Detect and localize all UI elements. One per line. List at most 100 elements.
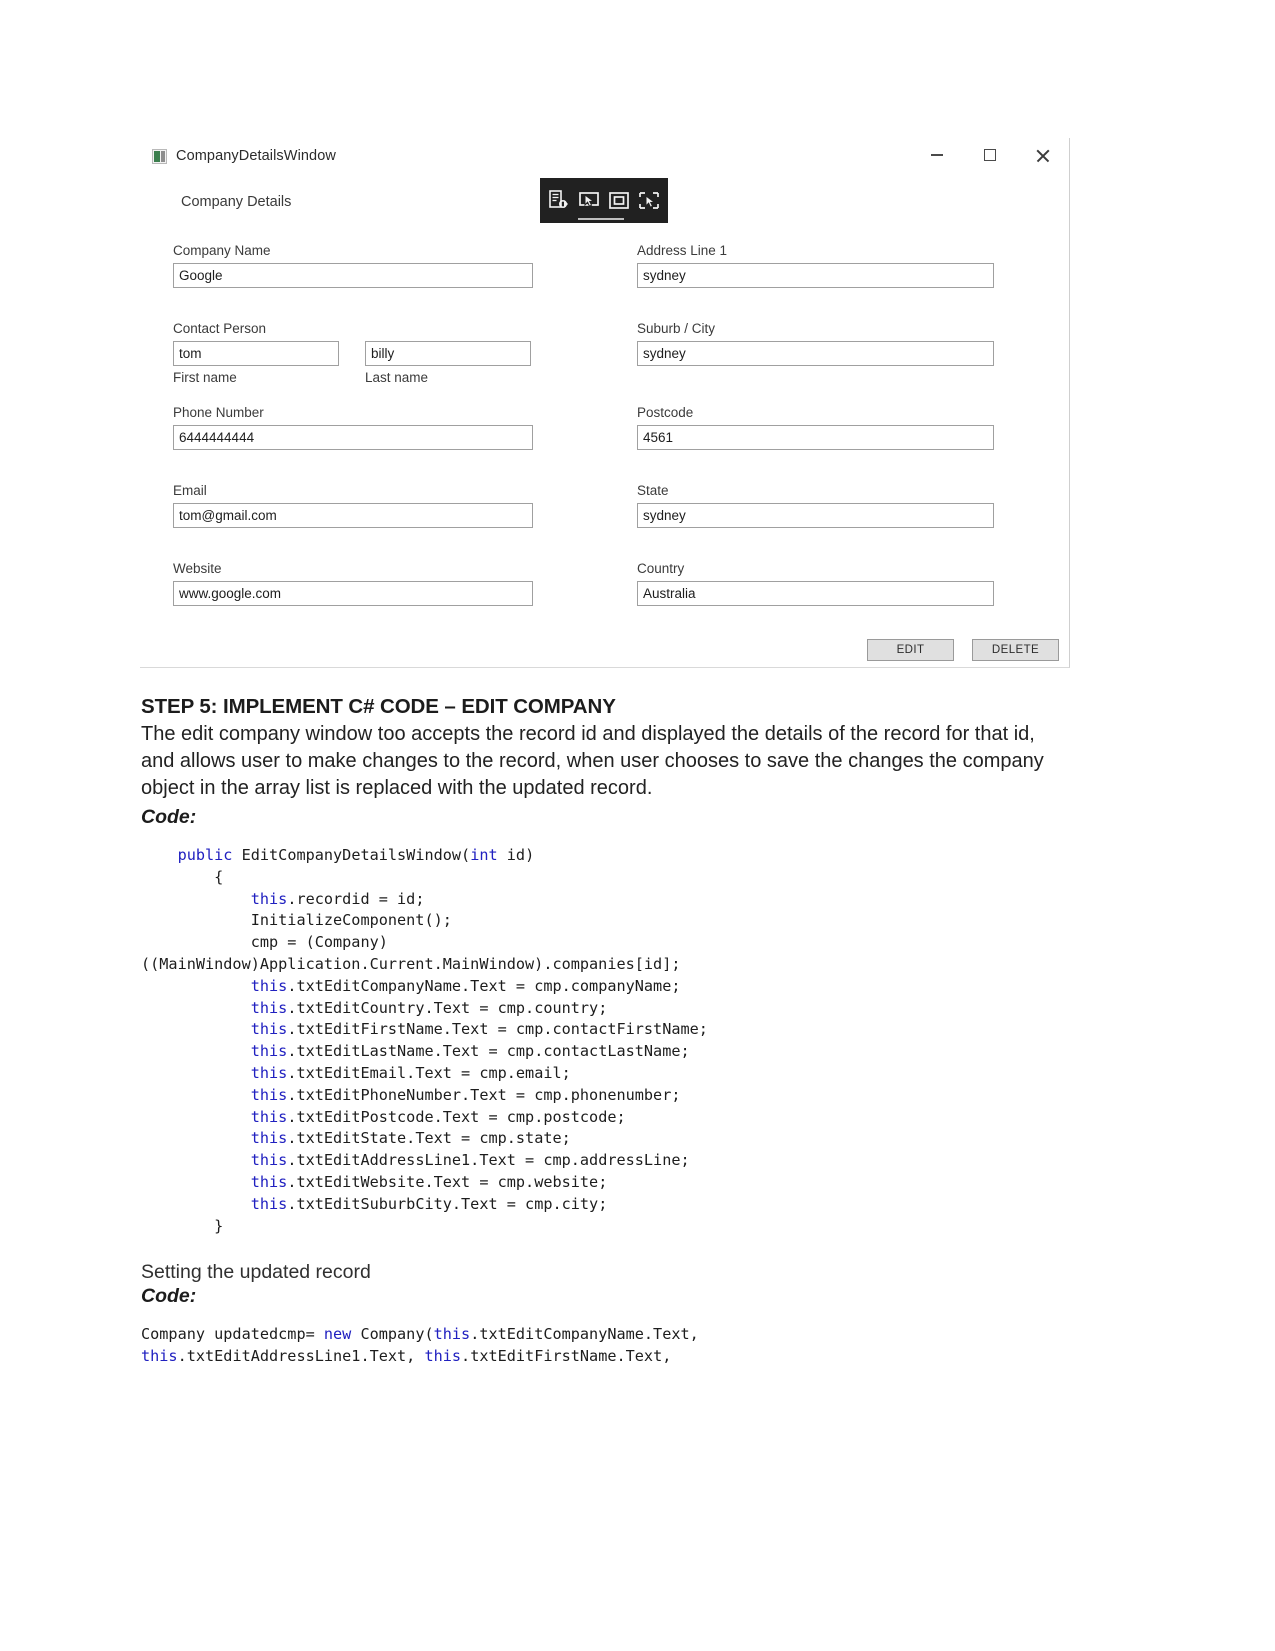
last-name-input[interactable]: billy: [365, 341, 531, 366]
code-block-constructor: public EditCompanyDetailsWindow(int id) …: [141, 845, 1071, 1237]
last-name-sublabel: Last name: [365, 370, 429, 385]
address-line-1-input[interactable]: sydney: [637, 263, 994, 288]
section-heading: STEP 5: IMPLEMENT C# CODE – EDIT COMPANY: [141, 695, 616, 718]
window-action-buttons: EDIT DELETE: [867, 639, 1059, 661]
maximize-icon: [983, 149, 996, 161]
code-keyword-new: new: [323, 1325, 352, 1344]
subheading-setting-updated-record: Setting the updated record: [141, 1261, 371, 1284]
field-phone-number: Phone Number 6444444444: [173, 405, 533, 450]
app-window-icon: [152, 148, 167, 164]
email-input[interactable]: tom@gmail.com: [173, 503, 533, 528]
code-keyword-this-6: this: [250, 1063, 288, 1082]
code-keyword-int: int: [470, 846, 498, 864]
window-capture-icon[interactable]: [607, 189, 631, 213]
code-keyword-this-15: this: [424, 1347, 462, 1366]
close-button[interactable]: [1016, 138, 1069, 172]
code-keyword-this-8: this: [250, 1107, 288, 1126]
snip-region-icon[interactable]: [547, 189, 571, 213]
edit-button[interactable]: EDIT: [867, 639, 954, 661]
code-l11: .txtEditEmail.Text = cmp.email;: [287, 1063, 571, 1082]
email-label: Email: [173, 483, 207, 498]
minimize-button[interactable]: [910, 138, 963, 172]
free-capture-icon[interactable]: [637, 189, 661, 213]
maximize-button[interactable]: [963, 138, 1016, 172]
code-block-updated-record: Company updatedcmp= new Company(this.txt…: [141, 1324, 1071, 1368]
code-keyword-this-14: this: [141, 1347, 178, 1366]
delete-button[interactable]: DELETE: [972, 639, 1059, 661]
section-paragraph: The edit company window too accepts the …: [141, 723, 1044, 799]
code-keyword-this-1: this: [250, 889, 288, 908]
first-name-sublabel: First name: [173, 370, 237, 385]
window-titlebar: CompanyDetailsWindow: [140, 138, 1069, 180]
code-l02: {: [141, 867, 224, 886]
field-company-name: Company Name Google: [173, 243, 533, 288]
code-keyword-this-10: this: [250, 1151, 288, 1170]
code-l07: .txtEditCompanyName.Text = cmp.companyNa…: [287, 976, 681, 995]
code-l05: cmp = (Company): [141, 933, 388, 952]
code2-m01a: Company updatedcmp=: [141, 1325, 324, 1344]
country-input[interactable]: Australia: [637, 581, 994, 606]
field-contact-person: Contact Person tom First name billy Last…: [173, 321, 533, 385]
phone-number-label: Phone Number: [173, 405, 264, 420]
field-website: Website www.google.com: [173, 561, 533, 606]
code-keyword-this-4: this: [250, 1020, 288, 1039]
code-keyword-this-3: this: [250, 998, 288, 1017]
phone-number-input[interactable]: 6444444444: [173, 425, 533, 450]
code-l18: }: [141, 1216, 224, 1235]
code2-m01b: Company(: [351, 1325, 434, 1344]
window-title: CompanyDetailsWindow: [176, 148, 336, 164]
state-label: State: [637, 483, 669, 498]
postcode-label: Postcode: [637, 405, 694, 420]
code-keyword-public: public: [177, 846, 233, 864]
code-l15: .txtEditAddressLine1.Text = cmp.addressL…: [287, 1151, 690, 1170]
website-label: Website: [173, 561, 222, 576]
state-input[interactable]: sydney: [637, 503, 994, 528]
document-content: STEP 5: IMPLEMENT C# CODE – EDIT COMPANY…: [141, 695, 1071, 1368]
code-l04: InitializeComponent();: [141, 911, 452, 930]
code-keyword-this-2: this: [250, 976, 288, 995]
field-state: State sydney: [637, 483, 994, 528]
website-input[interactable]: www.google.com: [173, 581, 533, 606]
minimize-icon: [930, 154, 943, 156]
company-name-input[interactable]: Google: [173, 263, 533, 288]
postcode-input[interactable]: 4561: [637, 425, 994, 450]
code-l17: .txtEditSuburbCity.Text = cmp.city;: [287, 1194, 608, 1213]
field-postcode: Postcode 4561: [637, 405, 994, 450]
code-keyword-this-5: this: [250, 1042, 288, 1061]
titlebar-left: CompanyDetailsWindow: [152, 148, 336, 164]
window-controls: [910, 138, 1069, 172]
field-suburb-city: Suburb / City sydney: [637, 321, 994, 366]
first-name-cell: tom First name: [173, 341, 339, 385]
field-country: Country Australia: [637, 561, 994, 606]
first-name-input[interactable]: tom: [173, 341, 339, 366]
suburb-city-input[interactable]: sydney: [637, 341, 994, 366]
code-keyword-this-13: this: [433, 1325, 471, 1344]
code-keyword-this-9: this: [250, 1129, 288, 1148]
capture-toolbar-underline: [578, 218, 624, 220]
cursor-capture-icon[interactable]: [577, 189, 601, 213]
code-l16: .txtEditWebsite.Text = cmp.website;: [287, 1172, 608, 1191]
code-l08: .txtEditCountry.Text = cmp.country;: [287, 998, 608, 1017]
field-email: Email tom@gmail.com: [173, 483, 533, 528]
code-label-2: Code:: [141, 1285, 197, 1308]
code-l14: .txtEditState.Text = cmp.state;: [287, 1129, 571, 1148]
last-name-cell: billy Last name: [365, 341, 531, 385]
contact-person-label: Contact Person: [173, 321, 267, 336]
address-line-1-label: Address Line 1: [637, 243, 728, 258]
form-heading: Company Details: [181, 194, 292, 210]
suburb-city-label: Suburb / City: [637, 321, 716, 336]
code-keyword-this-12: this: [250, 1194, 288, 1213]
code-l09: .txtEditFirstName.Text = cmp.contactFirs…: [287, 1020, 708, 1039]
code-keyword-this-11: this: [250, 1172, 288, 1191]
code2-m02a: .txtEditAddressLine1.Text,: [177, 1347, 425, 1366]
code-l03: .recordid = id;: [287, 889, 425, 908]
code-l01b: id): [497, 846, 535, 864]
capture-toolbar[interactable]: [540, 178, 668, 223]
field-address-line-1: Address Line 1 sydney: [637, 243, 994, 288]
close-icon: [1035, 148, 1050, 163]
code-l01: EditCompanyDetailsWindow(: [232, 846, 471, 864]
code-l13: .txtEditPostcode.Text = cmp.postcode;: [287, 1107, 626, 1126]
code-l06: ((MainWindow)Application.Current.MainWin…: [141, 954, 681, 973]
company-details-window: CompanyDetailsWindow Company Details Com…: [140, 138, 1070, 668]
code-label: Code:: [141, 806, 197, 828]
